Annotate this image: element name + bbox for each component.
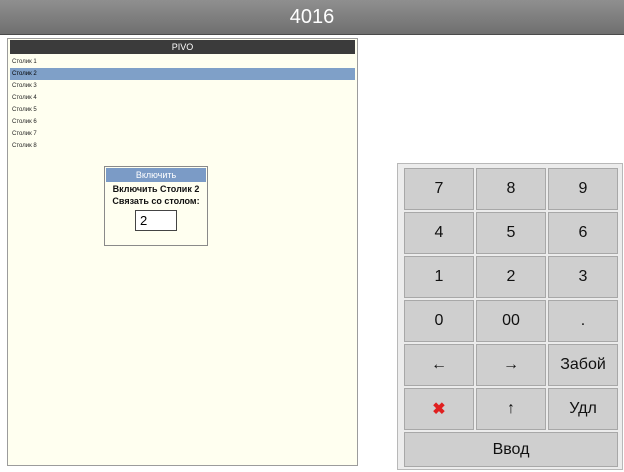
red-x-icon: ✖: [432, 401, 446, 418]
key-00[interactable]: 00: [476, 300, 546, 342]
numeric-keypad: 7 8 9 4 5 6 1 2 3 0 00 . ← → Забой ✖ ↑ У…: [397, 163, 623, 470]
table-row[interactable]: Столик 7: [10, 128, 355, 140]
key-3[interactable]: 3: [548, 256, 618, 298]
key-0[interactable]: 0: [404, 300, 474, 342]
key-7[interactable]: 7: [404, 168, 474, 210]
key-9[interactable]: 9: [548, 168, 618, 210]
table-row[interactable]: Столик 3: [10, 80, 355, 92]
table-row-selected[interactable]: Столик 2: [10, 68, 355, 80]
window-title: 4016: [0, 0, 624, 35]
table-row[interactable]: Столик 6: [10, 116, 355, 128]
panel-title: PIVO: [10, 40, 355, 54]
key-delete[interactable]: Удл: [548, 388, 618, 430]
dialog-title: Включить: [106, 168, 206, 182]
dialog-message: Включить Столик 2: [112, 184, 200, 194]
link-table-input[interactable]: [135, 210, 177, 231]
table-row[interactable]: Столик 8: [10, 140, 355, 152]
key-4[interactable]: 4: [404, 212, 474, 254]
table-list: Столик 1 Столик 2 Столик 3 Столик 4 Стол…: [8, 56, 357, 152]
dialog-link-label: Связать со столом:: [112, 196, 200, 206]
key-decimal[interactable]: .: [548, 300, 618, 342]
tables-panel: PIVO Столик 1 Столик 2 Столик 3 Столик 4…: [7, 38, 358, 466]
key-2[interactable]: 2: [476, 256, 546, 298]
key-6[interactable]: 6: [548, 212, 618, 254]
key-5[interactable]: 5: [476, 212, 546, 254]
enable-dialog: Включить Включить Столик 2 Связать со ст…: [104, 166, 208, 246]
key-enter[interactable]: Ввод: [404, 432, 618, 467]
key-right-arrow[interactable]: →: [476, 344, 546, 386]
key-backspace[interactable]: Забой: [548, 344, 618, 386]
key-cancel[interactable]: ✖: [404, 388, 474, 430]
key-8[interactable]: 8: [476, 168, 546, 210]
table-row[interactable]: Столик 4: [10, 92, 355, 104]
key-up-arrow[interactable]: ↑: [476, 388, 546, 430]
table-row[interactable]: Столик 1: [10, 56, 355, 68]
key-1[interactable]: 1: [404, 256, 474, 298]
key-left-arrow[interactable]: ←: [404, 344, 474, 386]
table-row[interactable]: Столик 5: [10, 104, 355, 116]
